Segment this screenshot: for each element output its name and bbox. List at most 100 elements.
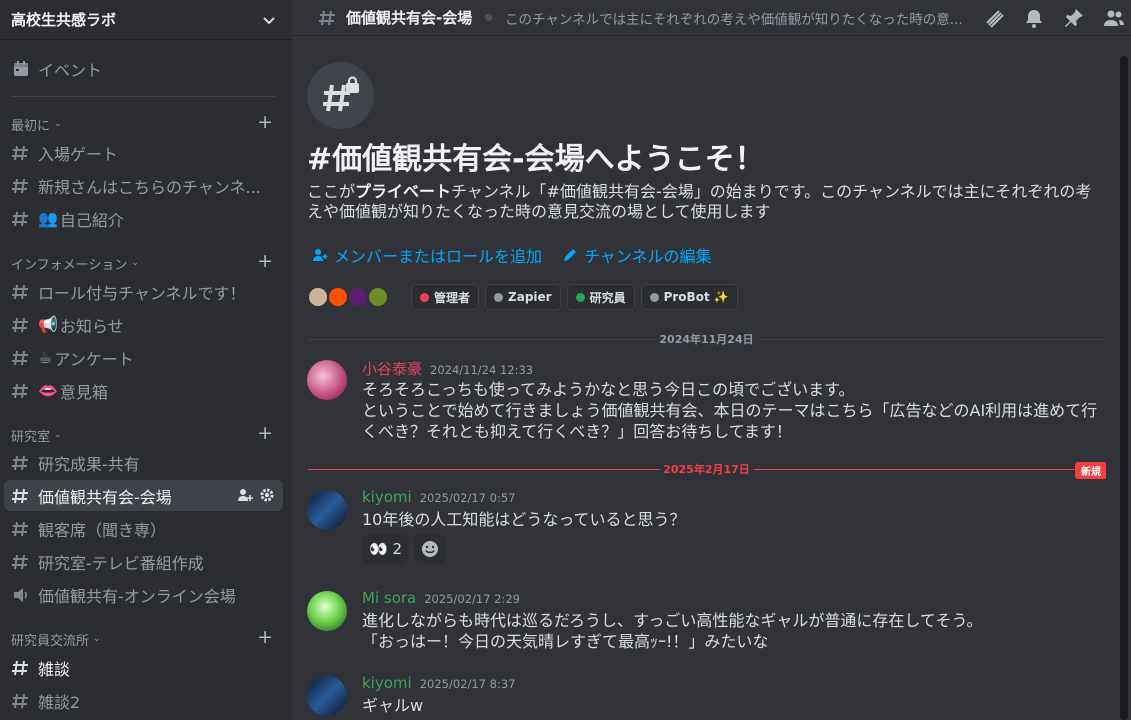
pin-icon[interactable] (1063, 7, 1085, 29)
avatar[interactable] (307, 591, 347, 631)
chevron-down-icon: ⌄ (131, 258, 139, 268)
member-avatar[interactable] (367, 286, 389, 308)
sidebar-channel[interactable]: 👄 意見箱 (4, 375, 283, 406)
role-chip[interactable]: Zapier (485, 284, 561, 310)
chevron-down-icon: ⌄ (93, 634, 101, 644)
edit-channel-label: チャンネルの編集 (584, 247, 712, 266)
channel-label: 意見箱 (59, 382, 108, 402)
events-label: イベント (38, 60, 103, 80)
hash-icon (12, 211, 28, 226)
member-avatar[interactable] (307, 286, 329, 308)
avatar[interactable] (307, 676, 347, 716)
new-messages-divider: 2025年2月17日 新規 (308, 461, 1106, 479)
bell-icon[interactable] (1023, 7, 1045, 29)
add-member-icon[interactable] (237, 487, 253, 503)
sidebar-channel[interactable]: ☕ アンケート (4, 342, 283, 373)
member-avatar[interactable] (347, 286, 369, 308)
channel-welcome-icon (307, 62, 374, 129)
category-header[interactable]: 最初に ⌄ + (11, 112, 279, 134)
role-color-dot (649, 292, 659, 302)
member-avatar[interactable] (327, 286, 349, 308)
server-name: 高校生共感ラボ (11, 11, 117, 29)
role-chip[interactable]: 研究員 (566, 284, 635, 310)
role-label: ProBot ✨ (663, 290, 729, 304)
hash-icon (12, 178, 28, 193)
channel-label: 価値観共有会-会場 (38, 487, 172, 507)
add-reaction-button[interactable] (414, 534, 447, 564)
channel-label: ロール付与チャンネルです！ (38, 283, 246, 303)
sidebar-channel[interactable]: 価値観共有-オンライン会場 (4, 579, 283, 610)
message-timestamp: 2025/02/17 2:29 (424, 592, 520, 606)
sidebar-channel[interactable]: 雑談2 (4, 685, 283, 716)
sidebar-channel[interactable]: 研究成果-共有 (4, 447, 283, 478)
chevron-down-icon: ⌄ (54, 430, 62, 440)
category-label: 最初に (11, 118, 51, 134)
message-author[interactable]: 小谷泰豪 (362, 358, 422, 379)
sidebar-channel-active[interactable]: 価値観共有会-会場 (4, 480, 283, 511)
scrollbar-thumb[interactable] (1120, 56, 1128, 720)
message-content: そろそろこっちも使ってみようかなと思う今日この頃でございます。 ということで始め… (362, 379, 1102, 442)
sidebar-channel[interactable]: 新規さんはこちらのチャンネ... (4, 170, 283, 201)
hash-icon (12, 521, 28, 536)
sidebar-channel[interactable]: 👥 自己紹介 (4, 203, 283, 234)
sidebar-channel[interactable]: ロール付与チャンネルです！ (4, 276, 283, 307)
add-channel-icon[interactable]: + (257, 627, 273, 647)
reaction[interactable]: 👀 2 (362, 534, 410, 564)
message-author[interactable]: kiyomi (362, 488, 412, 506)
hash-icon (12, 455, 28, 470)
message-line: 「おっはー！今日の天気晴レすぎて最高ｯｰ!！」みたいな (362, 632, 769, 651)
message-author[interactable]: kiyomi (362, 674, 412, 692)
message-timestamp: 2025/02/17 8:37 (419, 677, 516, 691)
message-timestamp: 2025/02/17 0:57 (419, 491, 516, 505)
server-header[interactable]: 高校生共感ラボ (0, 0, 292, 40)
chevron-down-icon[interactable] (262, 13, 276, 27)
channel-label: 自己紹介 (59, 210, 124, 230)
scrollbar[interactable] (1120, 56, 1128, 720)
category-label: 研究員交流所 (11, 633, 90, 649)
sidebar-channel[interactable]: 📢 お知らせ (4, 309, 283, 340)
welcome-title: #価値観共有会-会場へようこそ！ (307, 142, 765, 177)
sidebar-channel[interactable]: 観客席（聞き専） (4, 513, 283, 544)
gear-icon[interactable] (259, 487, 275, 503)
reaction-bar: 👀 2 (362, 534, 447, 564)
add-channel-icon[interactable]: + (257, 112, 273, 132)
sidebar-channel[interactable]: 入場ゲート (4, 137, 283, 168)
date-label: 2025年2月17日 (659, 461, 754, 477)
role-color-dot (420, 292, 429, 302)
smiley-icon (422, 541, 439, 557)
threads-icon[interactable] (983, 7, 1005, 29)
edit-channel-link[interactable]: チャンネルの編集 (562, 243, 712, 267)
channel-title: 価値観共有会-会場 (346, 9, 473, 27)
message-content: 進化しながらも時代は巡るだろうし、すっごい高性能なギャルが普通に存在してそう。 … (362, 610, 1102, 652)
sidebar-channel[interactable]: 研究室-テレビ番組作成 (4, 546, 283, 577)
message-content: ギャルw (362, 695, 1102, 716)
category-header[interactable]: 研究員交流所 ⌄ + (11, 627, 279, 649)
message-line: ということで始めて行きましょう価値観共有会、本日のテーマはこちら「広告などのAI… (362, 401, 1098, 441)
message-line: 進化しながらも時代は巡るだろうし、すっごい高性能なギャルが普通に存在してそう。 (362, 611, 983, 630)
avatar[interactable] (307, 360, 347, 400)
speaker-icon (14, 587, 28, 602)
add-member-icon (313, 249, 328, 261)
calendar-icon (14, 60, 28, 76)
events-link[interactable]: イベント (4, 52, 276, 85)
message-author[interactable]: Mi sora (362, 589, 416, 607)
channel-emoji: 👄 (38, 381, 58, 400)
add-channel-icon[interactable]: + (257, 251, 273, 271)
sidebar-channel-unread[interactable]: 雑談 (4, 652, 283, 683)
desc-text: ここが (307, 182, 356, 201)
role-label: 管理者 (434, 290, 471, 305)
role-chip[interactable]: 管理者 (411, 284, 480, 310)
category-header[interactable]: 研究室 ⌄ + (11, 423, 279, 445)
avatar[interactable] (307, 490, 347, 530)
channel-topic[interactable]: このチャンネルでは主にそれぞれの考えや価値観が知りたくなった時の意... (505, 8, 975, 28)
hash-icon (12, 693, 28, 708)
add-members-link[interactable]: メンバーまたはロールを追加 (312, 243, 542, 267)
add-channel-icon[interactable]: + (257, 423, 273, 443)
hash-icon (12, 145, 28, 160)
role-chip[interactable]: ProBot ✨ (640, 284, 738, 310)
separator-dot: ● (484, 12, 493, 23)
member-list-icon[interactable] (1103, 7, 1125, 29)
category-header[interactable]: インフォメーション ⌄ + (11, 251, 279, 273)
reaction-emoji: 👀 (369, 540, 388, 558)
channel-label: 雑談2 (38, 692, 81, 712)
